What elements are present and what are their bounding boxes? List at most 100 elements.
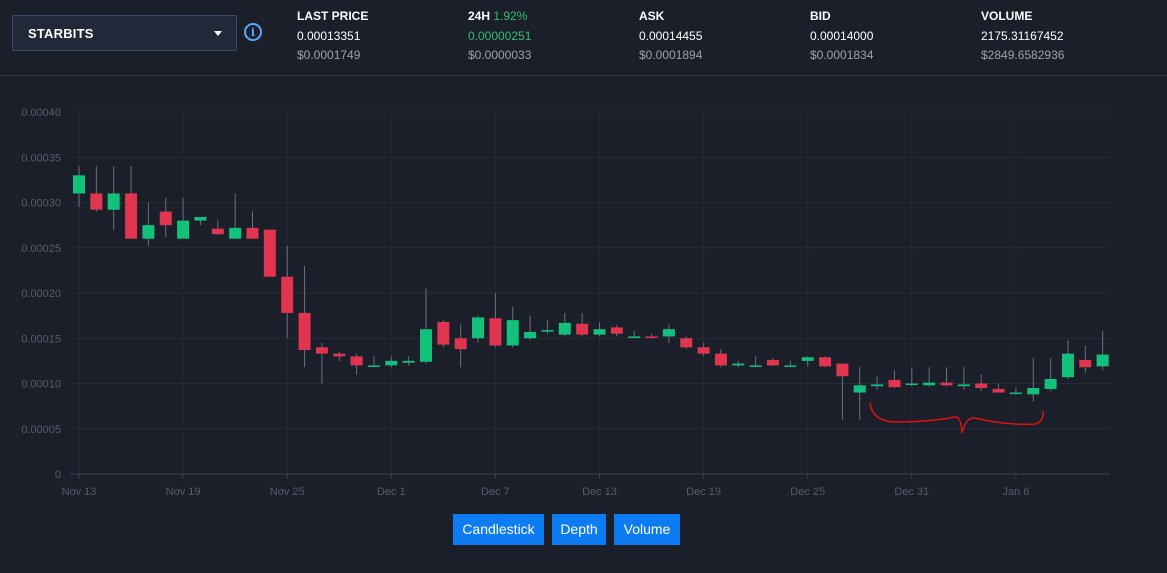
candle-up (853, 367, 866, 420)
volume-stat: VOLUME 2175.31167452 $2849.6582936 (981, 8, 1064, 63)
candle-body (697, 347, 710, 354)
candle-body (73, 175, 85, 194)
candle-body (819, 357, 832, 367)
chart-axes: 0 0.00005 0.00010 0.00015 0.00020 0.00025 0.00… (21, 107, 1029, 498)
candle-down (836, 363, 849, 420)
candlestick-button[interactable]: Candlestick (453, 514, 544, 545)
candle-body (749, 365, 762, 367)
candle-down (697, 342, 710, 357)
y-tick-label: 0.00020 (21, 288, 61, 300)
candle-up (1027, 358, 1040, 402)
last-price-stat: LAST PRICE 0.00013351 $0.0001749 (297, 8, 368, 63)
candle-body (1096, 354, 1109, 367)
candle-body (281, 276, 294, 313)
candle-body (211, 228, 224, 235)
candle-body (1044, 378, 1057, 389)
candle-up (662, 324, 675, 343)
candle-down (940, 367, 953, 387)
candle-body (732, 363, 745, 366)
candle-body (472, 317, 485, 339)
candle-down (454, 324, 467, 368)
candle-up (142, 202, 155, 246)
candle-body (333, 353, 346, 357)
last-price-usd: $0.0001749 (297, 48, 361, 62)
candle-body (1027, 388, 1040, 395)
candle-body (992, 388, 1005, 393)
candle-up (628, 331, 641, 339)
candle-down (680, 336, 693, 350)
candle-body (1079, 359, 1092, 368)
y-tick-label: 0 (55, 469, 61, 481)
candle-body (402, 360, 415, 363)
candle-body (767, 359, 779, 366)
candle-down (819, 356, 832, 368)
bid-label: BID (810, 9, 831, 23)
candle-up (923, 367, 936, 387)
candle-up (506, 306, 519, 348)
candle-body (784, 365, 797, 367)
candle-body (350, 356, 363, 366)
candle-up (194, 216, 207, 226)
candle-body (836, 363, 849, 377)
candle-body (576, 323, 589, 335)
ask-value: 0.00014455 (639, 29, 703, 43)
candle-up (1044, 358, 1057, 391)
candle-up (524, 315, 537, 341)
ask-stat: ASK 0.00014455 $0.0001894 (639, 8, 702, 63)
candle-up (1096, 331, 1109, 370)
candle-up (73, 166, 85, 208)
depth-button[interactable]: Depth (552, 514, 606, 545)
bid-usd: $0.0001834 (810, 48, 874, 62)
candle-up (1061, 340, 1074, 379)
candle-body (229, 227, 242, 239)
ask-usd: $0.0001894 (639, 48, 703, 62)
candle-body (298, 312, 311, 351)
y-tick-label: 0.00005 (21, 424, 61, 436)
candle-up (367, 356, 380, 368)
x-tick-label: Nov 13 (62, 486, 97, 498)
candle-down (298, 265, 311, 368)
candle-down (975, 374, 988, 391)
candle-body (1061, 353, 1074, 378)
y-tick-label: 0.00040 (21, 107, 61, 119)
change-24h-usd: $0.0000033 (468, 48, 532, 62)
candle-body (142, 225, 155, 239)
candle-body (367, 365, 380, 367)
candle-down (767, 358, 779, 367)
candle-down (159, 197, 172, 237)
candle-body (246, 227, 259, 239)
candle-body (714, 353, 727, 366)
y-tick-label: 0.00035 (21, 152, 61, 164)
candlestick-chart: 0 0.00005 0.00010 0.00015 0.00020 0.00025 0.00… (21, 107, 1110, 498)
candle-up (177, 197, 190, 239)
candle-down (90, 166, 103, 212)
candle-body (263, 229, 276, 277)
candle-body (1009, 392, 1022, 395)
info-icon[interactable]: i (244, 23, 262, 41)
x-tick-label: Jan 6 (1002, 486, 1029, 498)
x-tick-label: Dec 7 (481, 486, 510, 498)
last-price-value: 0.00013351 (297, 29, 361, 43)
candle-body (645, 336, 658, 338)
change-24h-label: 24H (468, 9, 491, 23)
market-select[interactable]: STARBITS (12, 15, 237, 51)
candle-body (506, 320, 519, 346)
candle-body (541, 330, 554, 332)
y-tick-label: 0.00015 (21, 333, 61, 345)
candle-body (454, 338, 467, 350)
x-tick-label: Dec 31 (894, 486, 929, 498)
candle-up (1009, 388, 1022, 395)
candle-body (558, 322, 571, 335)
x-tick-label: Nov 19 (166, 486, 201, 498)
candle-up (385, 356, 398, 368)
candle-down (992, 383, 1005, 393)
chart-grid (70, 111, 1110, 475)
candle-down (714, 349, 727, 368)
candle-body (975, 383, 988, 389)
x-tick-label: Dec 19 (686, 486, 721, 498)
x-tick-label: Dec 25 (790, 486, 825, 498)
y-tick-label: 0.00025 (21, 243, 61, 255)
candle-down (350, 353, 363, 375)
candle-body (610, 327, 623, 334)
volume-button[interactable]: Volume (614, 514, 680, 545)
